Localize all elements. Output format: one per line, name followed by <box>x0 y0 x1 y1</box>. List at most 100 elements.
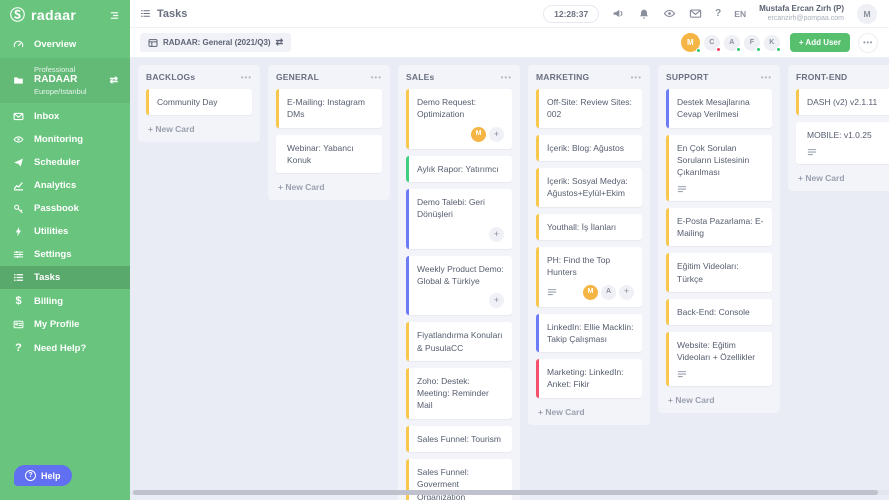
sidebar-item-utilities[interactable]: Utilities <box>0 220 130 243</box>
member-avatar-k[interactable]: K <box>764 35 780 51</box>
task-card[interactable]: Eğitim Videoları: Türkçe <box>666 253 772 292</box>
card-add-member-icon[interactable]: + <box>489 127 504 142</box>
language-selector[interactable]: EN <box>734 9 746 19</box>
task-card-title: Webinar: Yabancı Konuk <box>287 142 374 167</box>
sidebar-item-scheduler[interactable]: Scheduler <box>0 151 130 174</box>
swap-workspace-icon[interactable]: ⇄ <box>110 75 118 86</box>
task-card-title: Weekly Product Demo: Global & Türkiye <box>417 263 504 288</box>
new-card-button[interactable]: + New Card <box>796 171 889 183</box>
clock[interactable]: 12:28:37 <box>543 5 599 23</box>
task-card[interactable]: İçerik: Sosyal Medya: Ağustos+Eylül+Ekim <box>536 168 642 207</box>
column-menu-icon[interactable]: ••• <box>241 73 252 82</box>
task-card[interactable]: Demo Talebi: Geri Dönüşleri+ <box>406 189 512 249</box>
task-card-title: Website: Eğitim Videoları + Özellikler <box>677 339 764 364</box>
task-card[interactable]: En Çok Sorulan Soruların Listesinin Çıka… <box>666 135 772 201</box>
sidebar-item-monitoring[interactable]: Monitoring <box>0 128 130 151</box>
add-user-button[interactable]: + Add User <box>790 33 850 52</box>
column-menu-icon[interactable]: ••• <box>501 73 512 82</box>
member-avatar-c[interactable]: C <box>704 35 720 51</box>
workspace-switcher[interactable]: ProfessionalRADAAREurope/Istanbul⇄ <box>0 58 130 103</box>
column-header: GENERAL••• <box>276 72 382 82</box>
member-avatar-a[interactable]: A <box>724 35 740 51</box>
task-card-title: PH: Find the Top Hunters <box>547 254 634 279</box>
card-assignee-avatar-m[interactable]: M <box>471 127 486 142</box>
card-add-member-icon[interactable]: + <box>489 293 504 308</box>
task-card[interactable]: Sales Funnel: Tourism <box>406 426 512 452</box>
board-members: MCAFK + Add User ••• <box>681 33 877 52</box>
column-title: MARKETING <box>536 72 589 82</box>
horizontal-scrollbar-track[interactable] <box>130 490 889 495</box>
task-card[interactable]: Fiyatlandırma Konuları & PusulaCC <box>406 322 512 361</box>
announcements-icon[interactable] <box>612 7 625 20</box>
task-card[interactable]: MOBILE: v1.0.25 <box>796 122 889 163</box>
task-card[interactable]: Destek Mesajlarına Cevap Verilmesi <box>666 89 772 128</box>
column-menu-icon[interactable]: ••• <box>761 73 772 82</box>
sidebar-item-my-profile[interactable]: My Profile <box>0 313 130 336</box>
sidebar-item-need-help[interactable]: ?Need Help? <box>0 336 130 360</box>
task-card[interactable]: İçerik: Blog: Ağustos <box>536 135 642 161</box>
task-card[interactable]: PH: Find the Top Hunters MA+ <box>536 247 642 307</box>
column-header: MARKETING ••• <box>536 72 642 82</box>
task-card[interactable]: Website: Eğitim Videoları + Özellikler <box>666 332 772 386</box>
task-card[interactable]: Weekly Product Demo: Global & Türkiye + <box>406 256 512 316</box>
card-assignee-avatar-m[interactable]: M <box>583 285 598 300</box>
notifications-bell-icon[interactable] <box>638 8 650 20</box>
task-card[interactable]: Demo Request: OptimizationM+ <box>406 89 512 149</box>
task-card-title: DASH (v2) v2.1.11 <box>807 96 889 108</box>
column-front-end: FRONT-END••• DASH (v2) v2.1.11 MOBILE: v1.… <box>788 65 889 191</box>
task-card[interactable]: Off-Site: Review Sites: 002 <box>536 89 642 128</box>
user-avatar[interactable]: M <box>857 4 877 24</box>
help-button[interactable]: ? Help <box>14 465 72 486</box>
watch-eye-icon[interactable] <box>663 7 676 20</box>
new-card-button[interactable]: + New Card <box>276 180 382 192</box>
card-assignee-avatar-a[interactable]: A <box>601 285 616 300</box>
task-card-title: LinkedIn: Ellie Macklin: Takip Çalışması <box>547 321 634 346</box>
member-status-dot <box>716 47 721 52</box>
task-card[interactable]: E-Mailing: Instagram DMs <box>276 89 382 128</box>
help-question-icon[interactable]: ? <box>715 8 721 19</box>
sidebar-item-tasks[interactable]: Tasks <box>0 266 130 289</box>
collapse-sidebar-icon[interactable] <box>109 10 120 21</box>
id-card-icon <box>12 319 25 330</box>
task-card[interactable]: LinkedIn: Ellie Macklin: Takip Çalışması <box>536 314 642 353</box>
column-menu-icon[interactable]: ••• <box>371 73 382 82</box>
member-avatar-f[interactable]: F <box>744 35 760 51</box>
user-menu[interactable]: Mustafa Ercan Zırh (P) ercanzirh@pompaa.… <box>759 4 844 23</box>
column-general: GENERAL••• E-Mailing: Instagram DMs Webina… <box>268 65 390 200</box>
sidebar-item-billing[interactable]: $Billing <box>0 289 130 313</box>
task-card[interactable]: Aylık Rapor: Yatırımcı <box>406 156 512 182</box>
board-switcher[interactable]: RADAAR: General (2021/Q3) ⇄ <box>140 33 291 52</box>
sidebar-item-overview[interactable]: Overview <box>0 33 130 56</box>
task-card[interactable]: E-Posta Pazarlama: E-Mailing <box>666 208 772 247</box>
radaar-logo-icon: Ⓢ <box>10 8 25 23</box>
sidebar-item-label: Tasks <box>34 272 60 283</box>
sidebar-item-analytics[interactable]: Analytics <box>0 174 130 197</box>
sidebar-item-label: Analytics <box>34 180 76 191</box>
new-card-button[interactable]: + New Card <box>536 405 642 417</box>
task-card[interactable]: Youthall: İş İlanları <box>536 214 642 240</box>
member-status-dot <box>776 47 781 52</box>
member-avatar-m[interactable]: M <box>681 33 700 52</box>
sidebar: Ⓢ radaar OverviewProfessionalRADAAREurop… <box>0 0 130 500</box>
task-card[interactable]: Back-End: Console <box>666 299 772 325</box>
column-title: SUPPORT <box>666 72 709 82</box>
board-more-icon[interactable]: ••• <box>859 34 877 52</box>
task-card[interactable]: Marketing: LinkedIn: Anket: Fikir <box>536 359 642 398</box>
column-menu-icon[interactable]: ••• <box>631 73 642 82</box>
sidebar-item-label: Passbook <box>34 203 79 214</box>
task-card[interactable]: Zoho: Destek: Meeting: Reminder Mail <box>406 368 512 419</box>
task-card[interactable]: Community Day <box>146 89 252 115</box>
new-card-button[interactable]: + New Card <box>146 122 252 134</box>
card-add-member-icon[interactable]: + <box>619 285 634 300</box>
sidebar-item-passbook[interactable]: Passbook <box>0 197 130 220</box>
new-card-button[interactable]: + New Card <box>666 393 772 405</box>
messages-envelope-icon[interactable] <box>689 7 702 20</box>
horizontal-scrollbar-thumb[interactable] <box>133 490 878 495</box>
task-card-footer <box>677 185 764 194</box>
task-card[interactable]: Webinar: Yabancı Konuk <box>276 135 382 174</box>
task-card[interactable]: DASH (v2) v2.1.11 <box>796 89 889 115</box>
card-add-member-icon[interactable]: + <box>489 227 504 242</box>
sidebar-item-settings[interactable]: Settings <box>0 243 130 266</box>
column-header: FRONT-END••• <box>796 72 889 82</box>
sidebar-item-inbox[interactable]: Inbox <box>0 105 130 128</box>
